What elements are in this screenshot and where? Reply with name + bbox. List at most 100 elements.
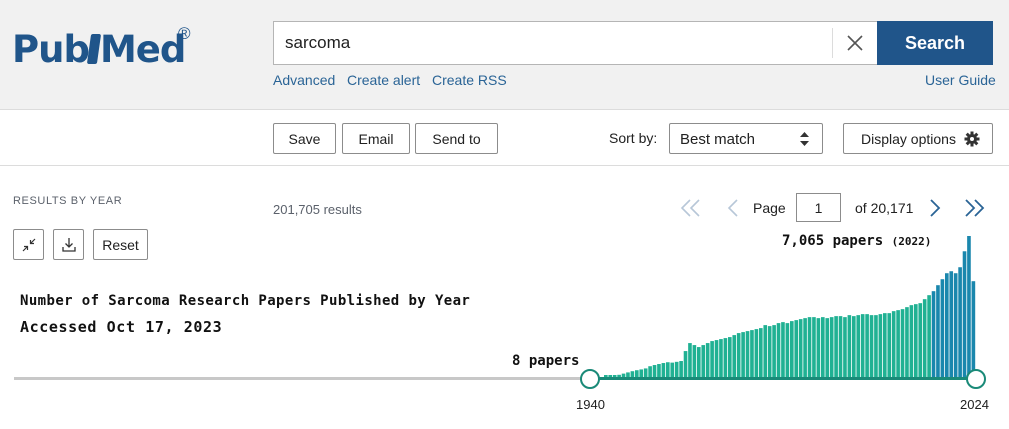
email-button[interactable]: Email: [342, 123, 410, 154]
bar-1982[interactable]: [790, 321, 794, 377]
bar-1947[interactable]: [635, 370, 639, 377]
bar-1952[interactable]: [657, 364, 661, 377]
bar-1946[interactable]: [630, 371, 635, 377]
clear-search-button[interactable]: [832, 28, 877, 58]
user-guide-link[interactable]: User Guide: [925, 72, 996, 88]
bar-1960[interactable]: [692, 345, 697, 377]
bar-1957[interactable]: [679, 361, 683, 377]
bar-2014[interactable]: [931, 291, 936, 377]
bar-1958[interactable]: [683, 351, 688, 377]
bar-1972[interactable]: [745, 331, 750, 377]
bar-2020[interactable]: [958, 267, 962, 377]
bar-1965[interactable]: [714, 340, 719, 377]
bar-1971[interactable]: [741, 332, 745, 377]
bar-1967[interactable]: [723, 338, 728, 377]
bar-1985[interactable]: [803, 318, 807, 377]
bar-1942[interactable]: [612, 375, 617, 377]
bar-2016[interactable]: [940, 279, 945, 377]
bar-1978[interactable]: [772, 325, 776, 377]
bar-2000[interactable]: [869, 315, 874, 377]
bar-1962[interactable]: [701, 345, 706, 377]
bar-2008[interactable]: [905, 307, 909, 377]
bar-1980[interactable]: [781, 322, 785, 377]
bar-1956[interactable]: [674, 361, 679, 377]
bar-2007[interactable]: [900, 309, 905, 377]
bar-2019[interactable]: [953, 273, 958, 377]
bar-1979[interactable]: [776, 323, 781, 377]
bar-1987[interactable]: [812, 317, 816, 377]
display-options-button[interactable]: Display options: [843, 123, 993, 154]
bar-1963[interactable]: [705, 343, 710, 377]
bar-1941[interactable]: [608, 375, 613, 377]
bar-1944[interactable]: [621, 373, 626, 377]
bar-1975[interactable]: [759, 328, 763, 377]
bar-1994[interactable]: [843, 317, 847, 377]
bar-1993[interactable]: [838, 316, 843, 377]
bar-2013[interactable]: [927, 295, 931, 377]
bar-2002[interactable]: [878, 314, 883, 377]
bar-1945[interactable]: [626, 372, 630, 377]
bar-1970[interactable]: [736, 333, 741, 377]
bar-2010[interactable]: [914, 304, 918, 377]
bar-2022[interactable]: [967, 236, 971, 377]
bar-1976[interactable]: [763, 325, 768, 377]
bar-2006[interactable]: [896, 310, 900, 377]
bar-1953[interactable]: [661, 363, 666, 377]
bar-1986[interactable]: [807, 317, 812, 377]
bar-1977[interactable]: [767, 326, 772, 377]
bar-1955[interactable]: [670, 362, 675, 377]
timeline-start-handle[interactable]: [580, 369, 600, 389]
bar-1948[interactable]: [639, 369, 644, 377]
bar-1954[interactable]: [666, 362, 670, 377]
bar-2021[interactable]: [962, 251, 967, 377]
search-button[interactable]: Search: [877, 21, 993, 65]
bar-1966[interactable]: [719, 339, 723, 377]
bar-1964[interactable]: [710, 341, 714, 377]
bar-1997[interactable]: [856, 315, 861, 377]
pubmed-logo[interactable]: Pub Med ®: [12, 16, 202, 82]
bar-1995[interactable]: [847, 315, 852, 377]
create-alert-link[interactable]: Create alert: [347, 72, 420, 88]
bar-1959[interactable]: [688, 343, 692, 377]
bar-1943[interactable]: [617, 374, 621, 377]
bar-1973[interactable]: [750, 330, 754, 377]
timeline-end-handle[interactable]: [966, 369, 986, 389]
search-input[interactable]: [274, 22, 834, 64]
bar-1949[interactable]: [643, 368, 648, 377]
bar-1940[interactable]: [604, 375, 608, 377]
bar-1968[interactable]: [728, 337, 732, 377]
bar-1969[interactable]: [732, 335, 737, 377]
sort-by-label: Sort by:: [609, 130, 658, 146]
bar-1981[interactable]: [785, 323, 790, 377]
bar-2015[interactable]: [936, 285, 940, 377]
bar-1989[interactable]: [821, 317, 825, 377]
bar-1974[interactable]: [754, 329, 759, 377]
bar-1996[interactable]: [852, 316, 856, 377]
bar-2001[interactable]: [874, 315, 878, 377]
save-button[interactable]: Save: [273, 123, 336, 154]
send-to-button[interactable]: Send to: [415, 123, 498, 154]
bar-2018[interactable]: [949, 271, 954, 377]
bar-1961[interactable]: [697, 347, 701, 377]
sort-by-select[interactable]: Best match: [669, 123, 823, 154]
bar-2003[interactable]: [883, 313, 887, 377]
bar-2017[interactable]: [945, 273, 949, 377]
create-rss-link[interactable]: Create RSS: [432, 72, 507, 88]
bar-2023[interactable]: [971, 281, 976, 377]
bar-2012[interactable]: [922, 299, 927, 377]
bar-2009[interactable]: [909, 305, 914, 377]
bar-1992[interactable]: [834, 316, 838, 377]
bar-1988[interactable]: [816, 318, 821, 377]
bar-1951[interactable]: [652, 365, 657, 377]
bar-2004[interactable]: [887, 313, 892, 377]
bar-2005[interactable]: [891, 311, 896, 377]
bar-1983[interactable]: [794, 320, 799, 377]
advanced-search-link[interactable]: Advanced: [273, 72, 335, 88]
bar-1991[interactable]: [829, 317, 834, 377]
bar-1999[interactable]: [865, 314, 869, 377]
bar-2011[interactable]: [918, 303, 923, 377]
bar-1990[interactable]: [825, 318, 830, 377]
bar-1984[interactable]: [798, 319, 803, 377]
bar-1950[interactable]: [648, 366, 652, 377]
bar-1998[interactable]: [860, 314, 865, 377]
